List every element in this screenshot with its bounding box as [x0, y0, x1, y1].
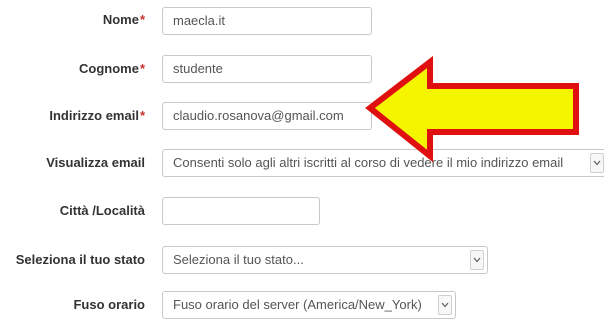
- stato-select[interactable]: Seleziona il tuo stato...: [162, 246, 488, 274]
- label-nome: Nome*: [103, 12, 145, 28]
- cognome-input-value: studente: [173, 61, 223, 76]
- required-mark: *: [139, 108, 145, 123]
- required-mark: *: [139, 12, 145, 27]
- label-cognome: Cognome*: [79, 61, 145, 77]
- chevron-down-icon[interactable]: [590, 153, 604, 173]
- stato-selected: Seleziona il tuo stato...: [173, 252, 304, 267]
- nome-input-value: maecla.it: [173, 13, 226, 28]
- email-input-value: claudio.rosanova@gmail.com: [173, 108, 344, 123]
- label-stato: Seleziona il tuo stato: [15, 252, 145, 267]
- cognome-input[interactable]: studente: [162, 55, 372, 83]
- label-visualizza-email: Visualizza email: [46, 155, 145, 170]
- email-input[interactable]: claudio.rosanova@gmail.com: [162, 102, 372, 130]
- label-nome-text: Nome: [102, 12, 139, 27]
- chevron-down-icon: [438, 295, 452, 315]
- label-cognome-text: Cognome: [78, 61, 139, 76]
- required-mark: *: [139, 61, 145, 76]
- citta-input[interactable]: [162, 197, 320, 225]
- nome-input[interactable]: maecla.it: [162, 7, 372, 35]
- label-fuso-orario: Fuso orario: [73, 297, 145, 312]
- fuso-orario-selected: Fuso orario del server (America/New_York…: [173, 297, 422, 312]
- label-email-text: Indirizzo email: [49, 108, 139, 123]
- fuso-orario-select[interactable]: Fuso orario del server (America/New_York…: [162, 291, 456, 319]
- label-email: Indirizzo email*: [49, 108, 145, 124]
- chevron-down-icon: [470, 250, 484, 270]
- arrow-left-icon: [365, 56, 579, 162]
- label-citta: Città /Località: [59, 203, 145, 218]
